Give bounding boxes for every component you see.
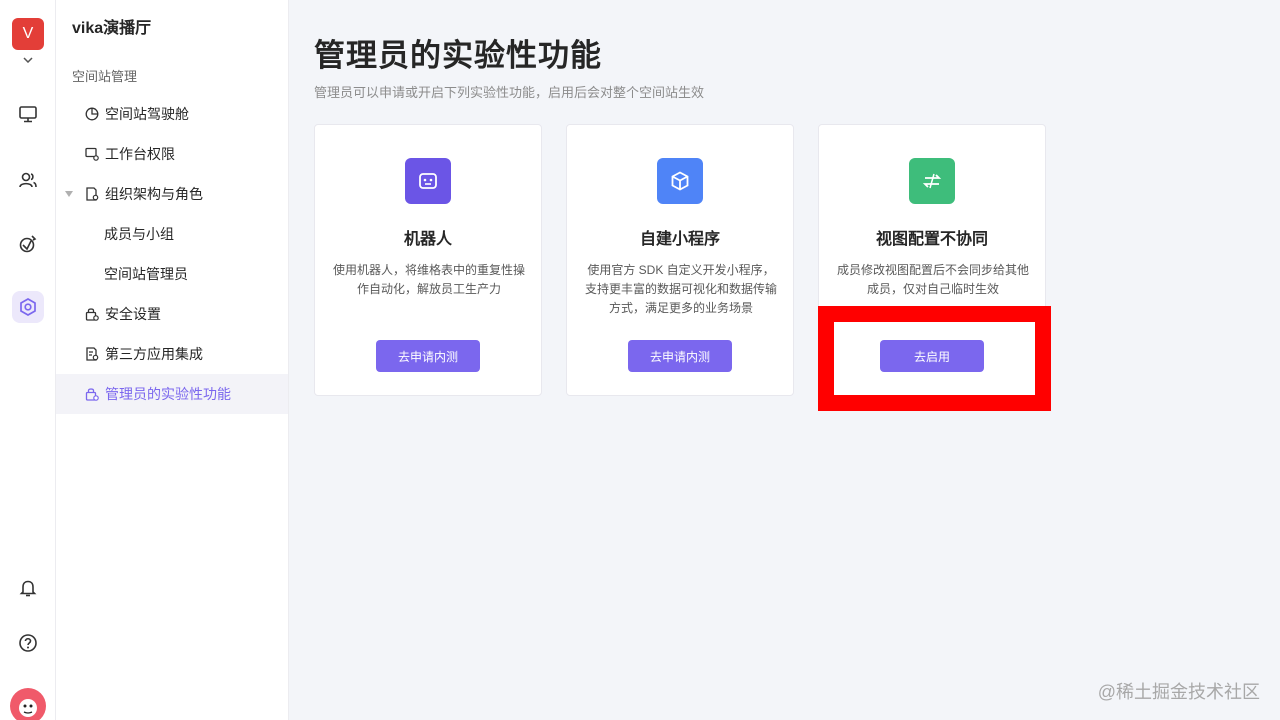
sidebar-item-label: 空间站驾驶舱: [105, 106, 189, 122]
card-description: 成员修改视图配置后不会同步给其他成员，仅对自己临时生效: [836, 263, 1029, 296]
robot-icon: [405, 158, 451, 204]
sidebar-item-admin-lab[interactable]: 管理员的实验性功能: [56, 374, 288, 414]
sidebar-item-members-groups[interactable]: 成员与小组: [56, 214, 288, 254]
page-subtitle: 管理员可以申请或开启下列实验性功能，启用后会对整个空间站生效: [314, 85, 705, 100]
left-rail: V: [0, 0, 56, 720]
card-title: 机器人: [403, 231, 452, 248]
sidebar-item-security[interactable]: 安全设置: [56, 294, 288, 334]
page-title: 管理员的实验性功能: [314, 38, 602, 73]
integration-icon: [84, 346, 100, 362]
security-lock-icon: [84, 306, 100, 322]
card-description: 使用官方 SDK 自定义开发小程序，支持更丰富的数据可视化和数据传输方式，满足更…: [584, 263, 777, 315]
workbench-icon[interactable]: [12, 98, 44, 130]
apply-beta-button[interactable]: 去申请内测: [628, 340, 732, 372]
feature-card-robot: 机器人 使用机器人，将维格表中的重复性操作自动化，解放员工生产力 去申请内测: [314, 124, 542, 396]
cube-icon: [657, 158, 703, 204]
card-description: 使用机器人，将维格表中的重复性操作自动化，解放员工生产力: [332, 263, 525, 296]
pie-chart-icon: [84, 106, 100, 122]
workbench-permission-icon: [84, 146, 100, 162]
sidebar-item-label: 组织架构与角色: [105, 186, 203, 202]
space-management-icon[interactable]: [12, 291, 44, 323]
sidebar-item-org-structure[interactable]: 组织架构与角色: [56, 174, 288, 214]
sidebar-item-space-admins[interactable]: 空间站管理员: [56, 254, 288, 294]
enable-button[interactable]: 去启用: [880, 340, 984, 372]
org-structure-icon: [84, 186, 100, 202]
notification-bell-icon[interactable]: [12, 572, 44, 604]
space-avatar[interactable]: V: [12, 18, 44, 50]
sidebar-item-label: 工作台权限: [105, 146, 175, 162]
sidebar-item-integrations[interactable]: 第三方应用集成: [56, 334, 288, 374]
sidebar-item-workbench-permission[interactable]: 工作台权限: [56, 134, 288, 174]
sidebar-item-label: 成员与小组: [104, 226, 174, 242]
apply-beta-button[interactable]: 去申请内测: [376, 340, 480, 372]
sidebar-item-label: 安全设置: [105, 306, 161, 322]
swap-arrows-icon: [909, 158, 955, 204]
sidebar-item-label: 空间站管理员: [104, 266, 188, 282]
user-avatar[interactable]: [10, 688, 46, 720]
feature-card-widget: 自建小程序 使用官方 SDK 自定义开发小程序，支持更丰富的数据可视化和数据传输…: [566, 124, 794, 396]
contacts-icon[interactable]: [12, 164, 44, 196]
chevron-down-icon[interactable]: [20, 52, 36, 68]
settings-sidebar: vika演播厅 空间站管理 空间站驾驶舱 工作台权限 组织架构与角色 成员与小组…: [56, 0, 289, 720]
feature-card-view-config: 视图配置不协同 成员修改视图配置后不会同步给其他成员，仅对自己临时生效 去启用: [818, 124, 1046, 396]
space-name: vika演播厅: [72, 20, 152, 37]
sidebar-item-label: 第三方应用集成: [105, 346, 203, 362]
section-title: 空间站管理: [72, 69, 138, 84]
card-title: 视图配置不协同: [875, 231, 988, 248]
lab-icon: [84, 386, 100, 402]
watermark: @稀土掘金技术社区: [1097, 682, 1260, 702]
help-icon[interactable]: [12, 627, 44, 659]
sidebar-item-dashboard[interactable]: 空间站驾驶舱: [56, 94, 288, 134]
sidebar-item-label: 管理员的实验性功能: [105, 386, 231, 402]
template-icon[interactable]: [12, 228, 44, 260]
card-title: 自建小程序: [639, 231, 720, 248]
main-content: 管理员的实验性功能 管理员可以申请或开启下列实验性功能，启用后会对整个空间站生效…: [290, 0, 1280, 720]
